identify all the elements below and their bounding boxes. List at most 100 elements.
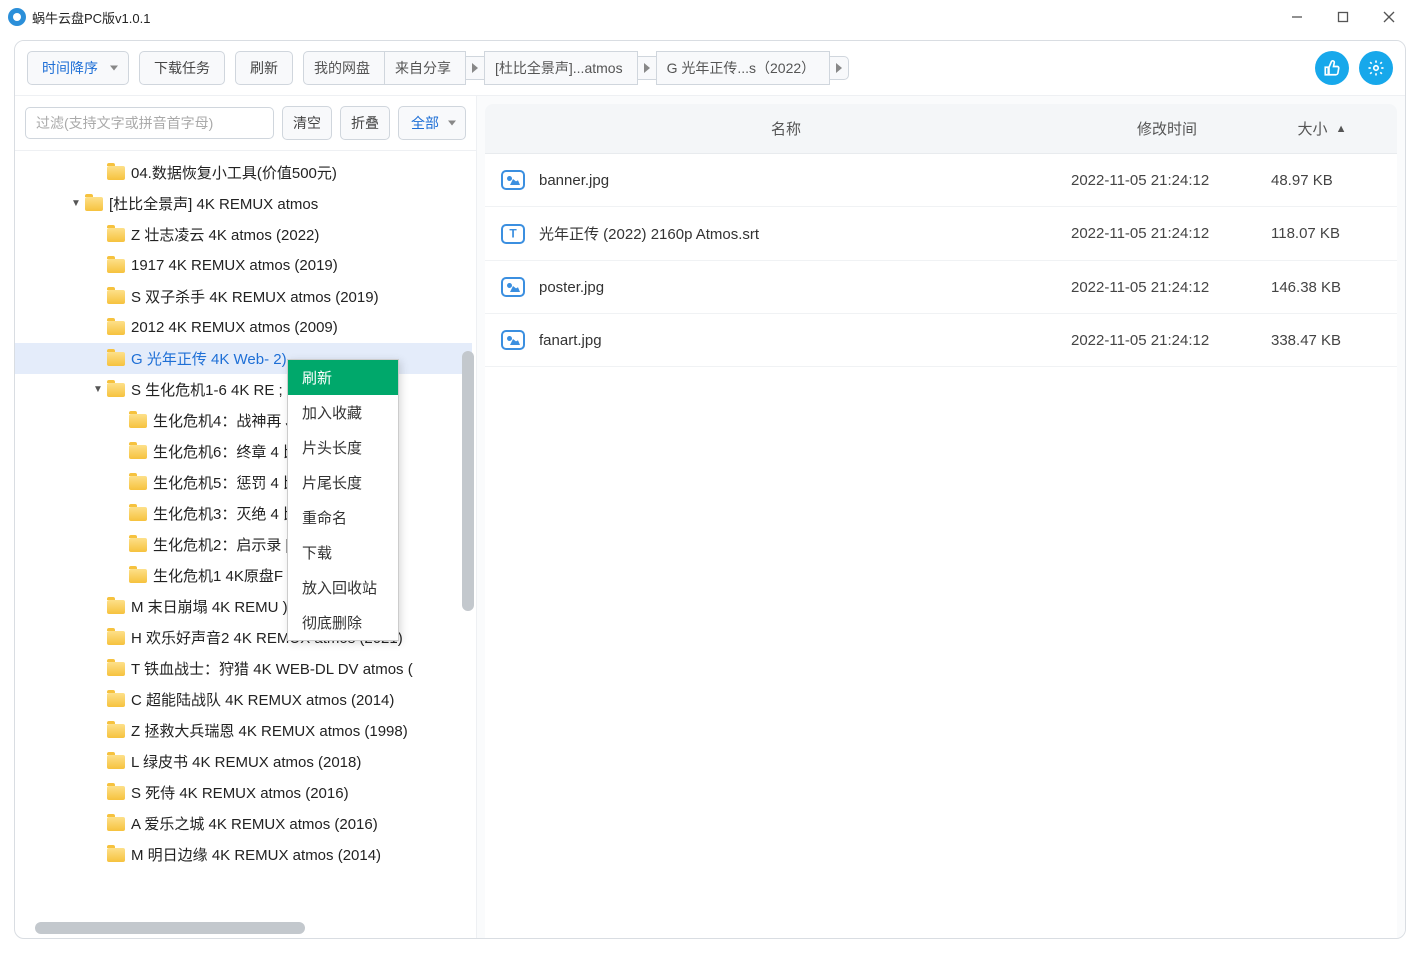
tree-item[interactable]: S 生化危机1-6 4K RE ; (200 [15,374,472,405]
scrollbar-thumb[interactable] [35,922,305,934]
tree-item-label: S 双子杀手 4K REMUX atmos (2019) [131,286,379,307]
title-bar: 蜗牛云盘PC版v1.0.1 [0,0,1420,34]
horizontal-scrollbar[interactable] [35,922,465,934]
context-menu-item[interactable]: 片头长度 [288,430,398,465]
tree-item[interactable]: M 明日边缘 4K REMUX atmos (2014) [15,839,472,870]
tree-item[interactable]: S 双子杀手 4K REMUX atmos (2019) [15,281,472,312]
breadcrumb-item[interactable]: [杜比全景声]...atmos [484,51,638,85]
tree-item-label: 1917 4K REMUX atmos (2019) [131,257,338,274]
context-menu-item[interactable]: 放入回收站 [288,570,398,605]
tree-item[interactable]: C 超能陆战队 4K REMUX atmos (2014) [15,684,472,715]
tree-item[interactable]: [杜比全景声] 4K REMUX atmos [15,188,472,219]
tree-item-label: Z 拯救大兵瑞恩 4K REMUX atmos (1998) [131,720,408,741]
file-row[interactable]: 光年正传 (2022) 2160p Atmos.srt2022-11-05 21… [485,207,1397,261]
refresh-button[interactable]: 刷新 [235,51,293,85]
folder-icon [107,321,125,335]
collapse-button[interactable]: 折叠 [340,106,390,140]
tree-arrow-icon[interactable] [69,197,83,211]
folder-icon [107,848,125,862]
breadcrumb-item[interactable]: G 光年正传...s（2022） [656,51,831,85]
close-button[interactable] [1366,2,1412,32]
column-name[interactable]: 名称 [505,118,1067,139]
clear-button[interactable]: 清空 [282,106,332,140]
file-size-cell: 338.47 KB [1271,332,1381,349]
settings-button[interactable] [1359,51,1393,85]
tree-item[interactable]: G 光年正传 4K Web- 2) [15,343,472,374]
tree-item[interactable]: S 死侍 4K REMUX atmos (2016) [15,777,472,808]
file-list-body: banner.jpg2022-11-05 21:24:1248.97 KB光年正… [485,154,1397,938]
tree-item-label: T 铁血战士：狩猎 4K WEB-DL DV atmos ( [131,658,413,679]
tree-arrow-spacer [91,848,105,862]
sidebar: 清空 折叠 全部 04.数据恢复小工具(价值500元)[杜比全景声] 4K RE… [15,96,477,938]
context-menu-item[interactable]: 片尾长度 [288,465,398,500]
column-time[interactable]: 修改时间 [1067,118,1267,139]
file-row[interactable]: banner.jpg2022-11-05 21:24:1248.97 KB [485,154,1397,207]
tree-item[interactable]: L 绿皮书 4K REMUX atmos (2018) [15,746,472,777]
file-name-cell: poster.jpg [501,277,1071,297]
folder-icon [107,724,125,738]
folder-icon [107,228,125,242]
tree-arrow-spacer [91,631,105,645]
sort-button[interactable]: 时间降序 [27,51,129,85]
folder-icon [85,197,103,211]
tree-item[interactable]: 2012 4K REMUX atmos (2009) [15,312,472,343]
tree-arrow-spacer [91,166,105,180]
context-menu-item[interactable]: 重命名 [288,500,398,535]
context-menu-item[interactable]: 下载 [288,535,398,570]
download-tasks-button[interactable]: 下载任务 [139,51,225,85]
breadcrumb-item[interactable]: 我的网盘 [303,51,385,85]
folder-tree[interactable]: 04.数据恢复小工具(价值500元)[杜比全景声] 4K REMUX atmos… [15,151,476,938]
folder-icon [107,786,125,800]
tree-item-label: M 末日崩塌 4K REMU ) [131,596,288,617]
context-menu-item[interactable]: 刷新 [288,360,398,395]
filter-input[interactable] [25,107,274,139]
tree-arrow-icon[interactable] [91,383,105,397]
file-name-cell: 光年正传 (2022) 2160p Atmos.srt [501,223,1071,244]
tree-arrow-spacer [91,228,105,242]
main-toolbar: 时间降序 下载任务 刷新 我的网盘 来自分享 [杜比全景声]...atmos G… [15,41,1405,96]
file-row[interactable]: fanart.jpg2022-11-05 21:24:12338.47 KB [485,314,1397,367]
thumbs-up-button[interactable] [1315,51,1349,85]
breadcrumb-arrow-icon [637,56,657,80]
app-frame: 时间降序 下载任务 刷新 我的网盘 来自分享 [杜比全景声]...atmos G… [14,40,1406,939]
tree-item[interactable]: M 末日崩塌 4K REMU ) [15,591,472,622]
tree-item[interactable]: Z 壮志凌云 4K atmos (2022) [15,219,472,250]
minimize-button[interactable] [1274,2,1320,32]
tree-item[interactable]: 04.数据恢复小工具(价值500元) [15,157,472,188]
context-menu[interactable]: 刷新加入收藏片头长度片尾长度重命名下载放入回收站彻底删除 [287,359,399,641]
tree-item[interactable]: 生化危机2：启示录 [杜比 [15,529,472,560]
file-time-cell: 2022-11-05 21:24:12 [1071,332,1271,349]
file-row[interactable]: poster.jpg2022-11-05 21:24:12146.38 KB [485,261,1397,314]
tree-item[interactable]: Z 拯救大兵瑞恩 4K REMUX atmos (1998) [15,715,472,746]
tree-arrow-spacer [113,569,127,583]
tree-item-label: L 绿皮书 4K REMUX atmos (2018) [131,751,361,772]
tree-item[interactable]: H 欢乐好声音2 4K REMUX atmos (2021) [15,622,472,653]
window-title: 蜗牛云盘PC版v1.0.1 [32,8,150,27]
vertical-scrollbar[interactable] [462,351,474,751]
context-menu-item[interactable]: 加入收藏 [288,395,398,430]
tree-arrow-spacer [91,817,105,831]
tree-item[interactable]: A 爱乐之城 4K REMUX atmos (2016) [15,808,472,839]
tree-item[interactable]: 生化危机6：终章 4 比视 [15,436,472,467]
breadcrumb-item[interactable]: 来自分享 [384,51,466,85]
file-name-cell: fanart.jpg [501,330,1071,350]
tree-item[interactable]: T 铁血战士：狩猎 4K WEB-DL DV atmos ( [15,653,472,684]
tree-item[interactable]: 1917 4K REMUX atmos (2019) [15,250,472,281]
folder-icon [107,755,125,769]
scrollbar-thumb[interactable] [462,351,474,611]
file-name-label: 光年正传 (2022) 2160p Atmos.srt [539,223,759,244]
filter-select[interactable]: 全部 [398,106,466,140]
context-menu-item[interactable]: 彻底删除 [288,605,398,640]
maximize-button[interactable] [1320,2,1366,32]
column-size[interactable]: 大小 ▲ [1267,118,1377,139]
tree-item-label: G 光年正传 4K Web- 2) [131,348,287,369]
folder-icon [129,445,147,459]
tree-item[interactable]: 生化危机3：灭绝 4 比视 [15,498,472,529]
file-size-cell: 48.97 KB [1271,172,1381,189]
folder-icon [107,352,125,366]
tree-item[interactable]: 生化危机1 4K原盘F 早] [内 [15,560,472,591]
folder-icon [107,817,125,831]
tree-item[interactable]: 生化危机4：战神再 JX [杜 [15,405,472,436]
tree-arrow-spacer [113,538,127,552]
tree-item[interactable]: 生化危机5：惩罚 4 比视 [15,467,472,498]
